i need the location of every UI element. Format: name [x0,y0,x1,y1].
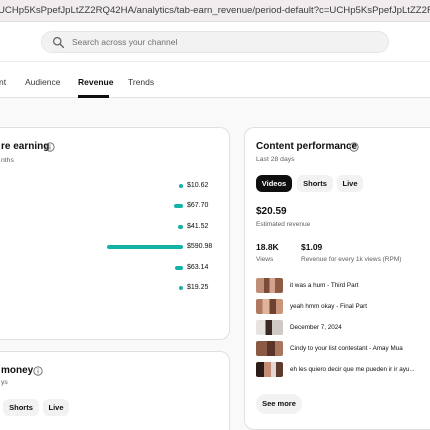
video-title: yeah hmm okay - Final Part [290,303,367,310]
info-icon[interactable] [349,142,359,152]
estimated-revenue-value: $20.59 [256,206,287,217]
tab-content[interactable]: nt [0,77,6,87]
earning-bar-value: $19.25 [187,284,209,291]
video-list-item[interactable]: Cindy to your list contestant - Amay Mua [256,341,430,357]
studio-header [0,22,430,62]
earning-bar [107,245,183,250]
content-card-title: Content performance [256,141,358,152]
video-list-item[interactable]: eh les quiero decir que me pueden ir ir … [256,362,430,378]
earning-bar [178,224,183,229]
estimated-revenue-label: Estimated revenue [256,221,311,228]
search-icon [53,37,65,49]
earning-bar-value: $41.52 [187,222,209,230]
earning-bar-value: $63.14 [187,263,209,271]
video-title: December 7, 2024 [290,324,342,331]
money-card-subtitle: ys [1,379,8,386]
analytics-tabs: nt Audience Revenue Trends [0,62,430,98]
video-thumbnail [256,362,283,377]
see-more-button[interactable]: See more [256,394,302,414]
content-performance-card: Content performance Last 28 days Videos … [244,127,430,430]
earning-bar [175,265,183,270]
tab-revenue[interactable]: Revenue [78,77,113,87]
video-thumbnail [256,320,283,335]
info-icon[interactable] [33,366,43,376]
channel-search-box[interactable] [41,31,389,53]
ways-to-make-money-card: money ys Shorts Live [0,351,230,430]
earning-bar [174,204,183,209]
video-list-item[interactable]: yeah hmm okay - Final Part [256,299,430,315]
browser-address-bar[interactable]: UCHp5KsPpefJpLtZZ2RQ42HA/analytics/tab-e… [0,0,430,22]
info-icon[interactable] [45,142,55,152]
earning-bar [179,184,183,188]
address-url[interactable]: UCHp5KsPpefJpLtZZ2RQ42HA/analytics/tab-e… [0,5,430,16]
money-card-title: money [1,365,34,376]
views-label: Views [256,256,274,263]
video-list-item[interactable]: it was a hum - Third Part [256,278,430,294]
tab-trends[interactable]: Trends [128,77,154,87]
chip-videos[interactable]: Videos [256,175,292,192]
earning-card-subtitle: nths [1,157,14,164]
chip-shorts[interactable]: Shorts [297,175,333,192]
content-card-subtitle: Last 28 days [256,156,295,163]
chip-live[interactable]: Live [337,175,363,192]
earning-bar-value: $67.70 [187,202,209,210]
chip-shorts[interactable]: Shorts [3,399,39,416]
earning-bar-value: $10.62 [187,182,209,189]
video-thumbnail [256,299,283,314]
earning-bar [179,286,183,290]
active-tab-indicator [78,95,109,98]
video-title: it was a hum - Third Part [290,282,359,289]
tab-audience[interactable]: Audience [25,77,60,87]
rpm-value: $1.09 [301,242,323,252]
video-title: eh les quiero decir que me pueden ir ir … [290,366,415,373]
video-list-item[interactable]: December 7, 2024 [256,320,430,336]
views-value: 18.8K [256,242,279,252]
search-input[interactable] [72,32,372,52]
video-thumbnail [256,278,283,293]
earning-bar-value: $590.98 [187,243,213,251]
video-title: Cindy to your list contestant - Amay Mua [290,345,403,352]
earning-sources-card: re earning nths $10.62 $67.70 $41.52 $590.9… [0,127,230,340]
earning-card-title: re earning [1,141,50,152]
video-thumbnail [256,341,283,356]
chip-live[interactable]: Live [43,399,69,416]
rpm-label: Revenue for every 1k views (RPM) [301,256,402,263]
